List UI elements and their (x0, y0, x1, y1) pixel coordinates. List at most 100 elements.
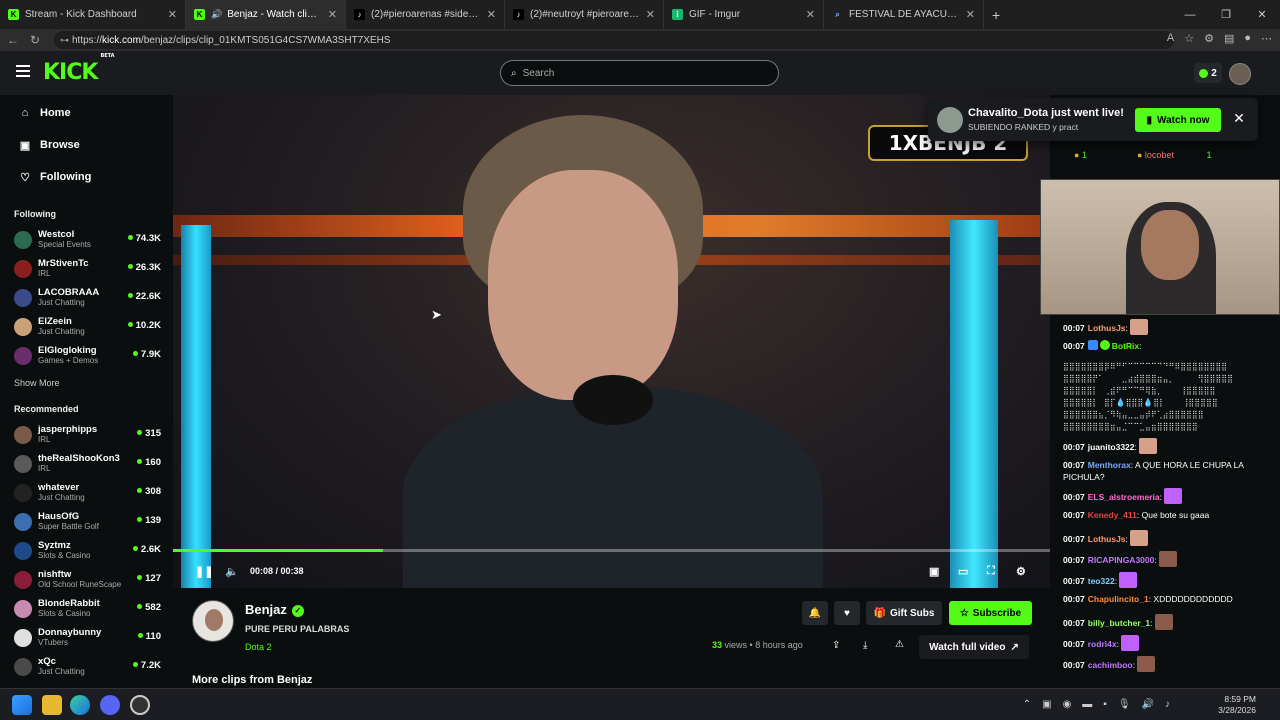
back-icon[interactable]: ← (2, 33, 24, 47)
tab-imgur[interactable]: i GIF - Imgur ✕ (664, 0, 824, 29)
sidebar-channel[interactable]: Westcol Special Events 74.3K (0, 225, 173, 254)
chat-username[interactable]: rodri4x (1088, 639, 1117, 649)
chevron-up-icon[interactable]: ⌃ (1023, 699, 1031, 710)
close-icon[interactable]: ✕ (328, 8, 337, 21)
share-icon[interactable]: ⇪ (832, 640, 840, 651)
speaker-icon[interactable]: 🔊 (211, 9, 222, 20)
file-explorer-icon[interactable] (42, 695, 62, 715)
chat-username[interactable]: LothusJs (1088, 534, 1126, 544)
close-icon[interactable]: ✕ (1228, 110, 1250, 130)
pause-icon[interactable]: ❚❚ (195, 565, 213, 578)
close-icon[interactable]: ✕ (646, 8, 655, 21)
clip-category[interactable]: Dota 2 (245, 642, 272, 652)
theater-mode-icon[interactable]: ▭ (958, 565, 968, 578)
report-icon[interactable]: ⚠ (895, 639, 904, 650)
gift-subs-button[interactable]: 🎁 Gift Subs (866, 601, 942, 625)
sidebar-channel[interactable]: ElGlogloking Games + Demos 7.9K (0, 341, 173, 370)
minimize-icon[interactable]: — (1172, 0, 1208, 29)
search-input[interactable]: ⌕ Search (500, 60, 779, 86)
chat-username[interactable]: ELS_alstroemeria (1088, 492, 1160, 502)
discord-icon[interactable] (100, 695, 120, 715)
volume-icon[interactable]: ♪ (1165, 699, 1170, 710)
tab-kick-dashboard[interactable]: K Stream - Kick Dashboard ✕ (0, 0, 186, 29)
user-avatar[interactable] (1229, 63, 1251, 85)
sidebar-channel[interactable]: whatever Just Chatting 308 (0, 478, 173, 507)
chat-username[interactable]: billy_butcher_1 (1088, 618, 1150, 628)
sidebar-nav-home[interactable]: ⌂ Home (0, 97, 173, 129)
chat-username[interactable]: cachimboo (1088, 660, 1133, 670)
chat-username[interactable]: Kenedy_411 (1088, 510, 1137, 520)
sidebar-channel[interactable]: LACOBRAAA Just Chatting 22.6K (0, 283, 173, 312)
chat-username[interactable]: LothusJs (1088, 323, 1126, 333)
edge-icon[interactable] (70, 695, 90, 715)
sidebar-channel[interactable]: Donnaybunny VTubers 110 (0, 623, 173, 652)
collections-icon[interactable]: ▤ (1224, 32, 1234, 45)
follow-button[interactable]: ♥ (834, 601, 860, 625)
tab-search[interactable]: ⌕ FESTIVAL DE AYACUCHO - Search ✕ (824, 0, 984, 29)
tray-app-icon[interactable]: ▬ (1082, 699, 1092, 710)
settings-icon[interactable]: ⚙ (1016, 565, 1026, 578)
menu-icon[interactable] (16, 65, 30, 77)
steam-icon[interactable]: ◉ (1063, 699, 1072, 710)
volume-icon[interactable]: 🔈 (225, 565, 239, 578)
sidebar-nav-following[interactable]: ♡ Following (0, 161, 173, 193)
close-icon[interactable]: ✕ (966, 8, 975, 21)
chat-username[interactable]: Chapulincito_1 (1088, 594, 1149, 604)
watch-full-video-button[interactable]: Watch full video ↗ (919, 635, 1029, 659)
kick-logo[interactable]: KICKBETA (43, 53, 115, 85)
favorite-icon[interactable]: ☆ (1184, 32, 1194, 45)
chat-username[interactable]: BotRix (1112, 341, 1139, 351)
channel-avatar[interactable] (192, 600, 234, 642)
sidebar-channel[interactable]: jasperphipps IRL 315 (0, 420, 173, 449)
fullscreen-icon[interactable]: ⛶ (987, 565, 995, 578)
site-info-icon[interactable]: ⊶ (60, 35, 69, 46)
miniplayer-icon[interactable]: ▣ (929, 565, 939, 578)
tab-tiktok-2[interactable]: ♪ (2)#neutroyt #pieroarenas #polem ✕ (505, 0, 664, 29)
show-more-link[interactable]: Show More (0, 370, 173, 394)
sidebar-channel[interactable]: Syztmz Slots & Casino 2.6K (0, 536, 173, 565)
extensions-icon[interactable]: ⚙ (1204, 32, 1214, 45)
chat-username[interactable]: teo322 (1088, 576, 1115, 586)
volume-icon[interactable]: 🔊 (1142, 699, 1154, 710)
sidebar-channel[interactable]: ElZeein Just Chatting 10.2K (0, 312, 173, 341)
profile-icon[interactable]: ● (1244, 32, 1251, 45)
sidebar-channel[interactable]: xQc Just Chatting 7.2K (0, 652, 173, 681)
obs-icon[interactable] (130, 695, 150, 715)
sidebar-channel[interactable]: BlondeRabbit Slots & Casino 582 (0, 594, 173, 623)
more-icon[interactable]: ⋯ (1261, 32, 1272, 45)
streamer-avatar[interactable] (937, 107, 963, 133)
video-player[interactable]: 1XBENJB 2 ➤ ❚❚ 🔈 00:08 / 00:38 ▣ ▭ ⛶ ⚙ (173, 95, 1050, 588)
sidebar-channel[interactable]: MrStivenTc IRL 26.3K (0, 254, 173, 283)
subscribe-button[interactable]: ☆ Subscribe (949, 601, 1032, 625)
download-icon[interactable]: ⤓ (863, 640, 867, 651)
close-icon[interactable]: ✕ (168, 8, 177, 21)
tray-app-icon[interactable]: ▣ (1042, 699, 1051, 710)
read-aloud-icon[interactable]: A (1167, 32, 1174, 45)
new-tab-button[interactable]: + (984, 0, 1010, 29)
channel-category: Super Battle Golf (38, 522, 99, 531)
restore-icon[interactable]: ❐ (1208, 0, 1244, 29)
sidebar-channel[interactable]: nishftw Old School RuneScape 127 (0, 565, 173, 594)
sidebar-channel[interactable]: theRealShooKon3 IRL 160 (0, 449, 173, 478)
tray-app-icon[interactable]: ▪ (1103, 699, 1107, 710)
close-icon[interactable]: ✕ (487, 8, 496, 21)
sidebar-channel[interactable]: HausOfG Super Battle Golf 139 (0, 507, 173, 536)
taskbar-clock[interactable]: 8:59 PM 3/28/2026 (1218, 694, 1256, 716)
chat-username[interactable]: Menthorax (1088, 460, 1131, 470)
microphone-icon[interactable]: 🎙 (1118, 699, 1131, 710)
windows-start-icon[interactable] (12, 695, 32, 715)
sidebar-nav-browse[interactable]: ▣ Browse (0, 129, 173, 161)
watch-now-button[interactable]: ▮ Watch now (1135, 108, 1221, 132)
progress-bar[interactable] (173, 549, 1050, 552)
tab-tiktok-1[interactable]: ♪ (2)#pieroarenas #sideraldota #clip ✕ (346, 0, 505, 29)
tab-benjaz-clips[interactable]: K 🔊 Benjaz - Watch clips on Kick ✕ (186, 0, 346, 29)
notifications-button[interactable]: 2 (1194, 63, 1222, 83)
close-icon[interactable]: ✕ (806, 8, 815, 21)
chat-username[interactable]: juanito3322 (1088, 442, 1135, 452)
url-field[interactable]: ⊶ https://kick.com/benjaz/clips/clip_01K… (54, 31, 1174, 49)
bell-button[interactable]: 🔔 (802, 601, 828, 625)
reload-icon[interactable]: ↻ (24, 33, 46, 47)
close-window-icon[interactable]: ✕ (1244, 0, 1280, 29)
channel-name[interactable]: Benjaz ✓ (245, 602, 304, 617)
chat-username[interactable]: RICAPINGA3000 (1088, 555, 1155, 565)
